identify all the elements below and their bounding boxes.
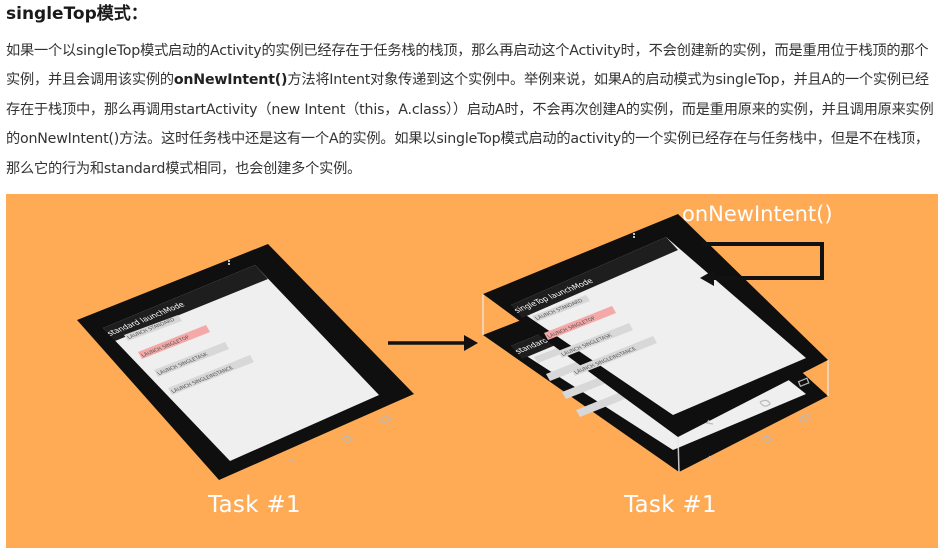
onnewintent-label: onNewIntent() <box>682 202 833 226</box>
transition-arrow <box>388 335 478 351</box>
left-task-caption: Task #1 <box>208 492 301 518</box>
back-icon <box>288 457 297 463</box>
section-heading: singleTop模式： <box>6 4 148 24</box>
recents-icon <box>379 414 392 425</box>
singletop-illustration: standard launchMode LAUNCH STANDARD LAUN… <box>6 194 938 548</box>
left-phone-menu-dot <box>228 260 230 262</box>
onnewintent-method-name: onNewIntent() <box>173 72 288 89</box>
recents-icon <box>798 413 811 424</box>
right-phone-menu-dot <box>633 233 635 235</box>
home-icon <box>761 435 773 443</box>
back-icon <box>706 455 715 461</box>
right-task-caption: Task #1 <box>624 492 717 518</box>
description-paragraph: 如果一个以singleTop模式启动的Activity的实例已经存在于任务栈的栈… <box>6 37 938 184</box>
home-icon <box>341 435 353 443</box>
right-phone-menu-dot <box>633 236 635 238</box>
illustration-svg: standard launchMode LAUNCH STANDARD LAUN… <box>77 214 829 480</box>
left-phone-menu-dot <box>228 263 230 265</box>
left-phone: standard launchMode LAUNCH STANDARD LAUN… <box>77 244 414 480</box>
